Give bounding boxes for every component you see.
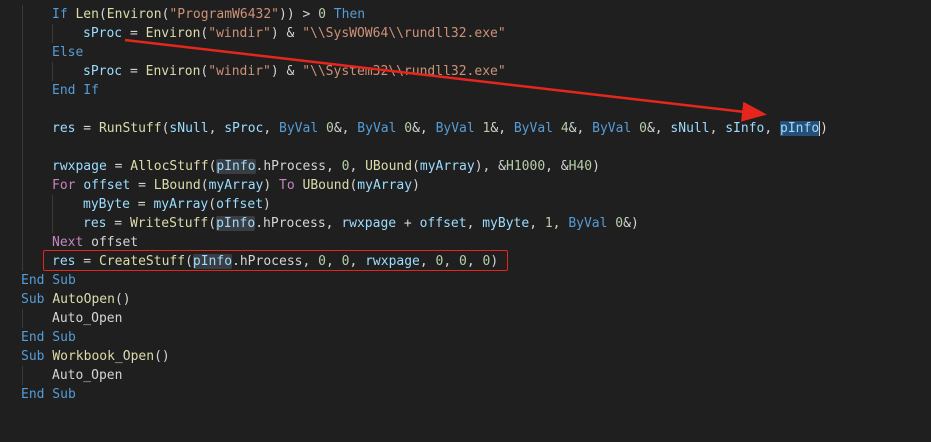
code-editor[interactable]: If Len(Environ("ProgramW6432")) > 0 Then… (0, 0, 931, 421)
arrow-line (124, 38, 767, 122)
annotation-arrow (124, 38, 767, 122)
